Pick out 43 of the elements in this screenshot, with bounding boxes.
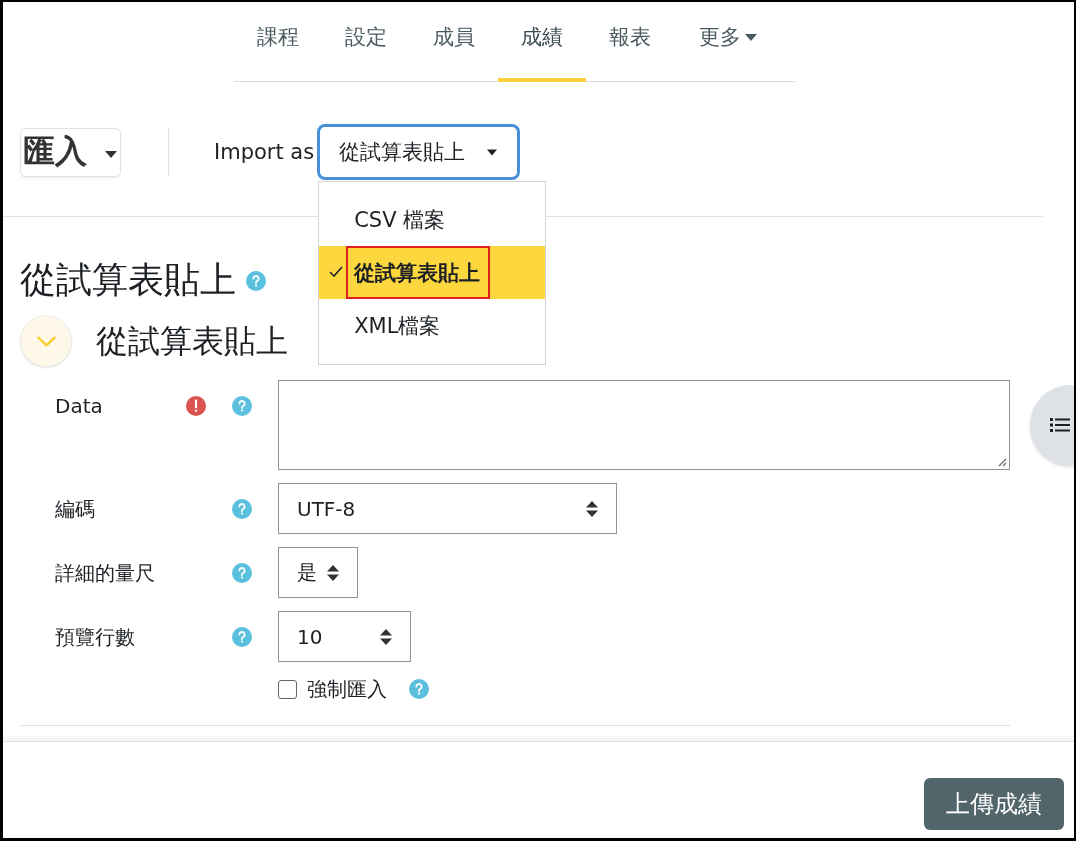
index-drawer-button[interactable] (1030, 385, 1074, 465)
dropdown-option[interactable]: CSV 檔案 (319, 193, 546, 246)
collapse-button[interactable] (20, 315, 72, 367)
help-icon[interactable] (232, 396, 252, 416)
nav-tab[interactable]: 更多 (674, 2, 757, 82)
caret-icon (105, 150, 117, 158)
nav-tab[interactable]: 報表 (586, 2, 674, 82)
nav-tab[interactable]: 成績 (498, 2, 586, 82)
sort-arrows-icon (380, 628, 392, 645)
field-label: 詳細的量尺 (55, 560, 155, 585)
chevron-icon (36, 335, 56, 347)
nav-tab[interactable]: 成員 (410, 2, 498, 82)
import-format-select[interactable]: 從試算表貼上 (317, 124, 521, 180)
check-icon (329, 266, 344, 277)
caret-icon (487, 148, 498, 156)
upload-grades-button[interactable]: 上傳成績 (924, 778, 1064, 830)
select-field[interactable]: UTF-8 (278, 483, 617, 534)
sort-arrows-icon (586, 500, 598, 517)
checkbox-label[interactable]: 強制匯入 (307, 675, 387, 703)
select-field[interactable]: 10 (278, 611, 411, 662)
import-as-label: Import as (214, 140, 315, 164)
list-icon (1050, 418, 1070, 432)
help-icon[interactable] (232, 626, 252, 647)
checkbox[interactable] (278, 679, 297, 699)
dropdown-option[interactable]: 從試算表貼上 (319, 246, 546, 299)
page-title: 從試算表貼上 (20, 260, 236, 300)
help-icon[interactable] (232, 562, 252, 583)
dropdown-option[interactable]: XML檔案 (319, 299, 546, 352)
sort-arrows-icon (327, 564, 339, 581)
field-label: 編碼 (55, 496, 95, 521)
section-title: 從試算表貼上 (96, 322, 288, 360)
help-icon[interactable] (232, 498, 252, 519)
action-menu-button[interactable]: 匯入 (20, 127, 121, 177)
field-label: 預覽行數 (55, 624, 135, 649)
data-input-field[interactable] (278, 380, 1010, 470)
help-icon[interactable] (246, 271, 266, 291)
help-icon[interactable] (409, 679, 429, 699)
nav-tab[interactable]: 課程 (234, 2, 322, 82)
select-field[interactable]: 是 (278, 547, 358, 598)
caret-icon (745, 34, 757, 41)
resize-grip-icon[interactable] (997, 457, 1007, 467)
nav-tab[interactable]: 設定 (322, 2, 410, 82)
field-label: Data (55, 394, 103, 418)
